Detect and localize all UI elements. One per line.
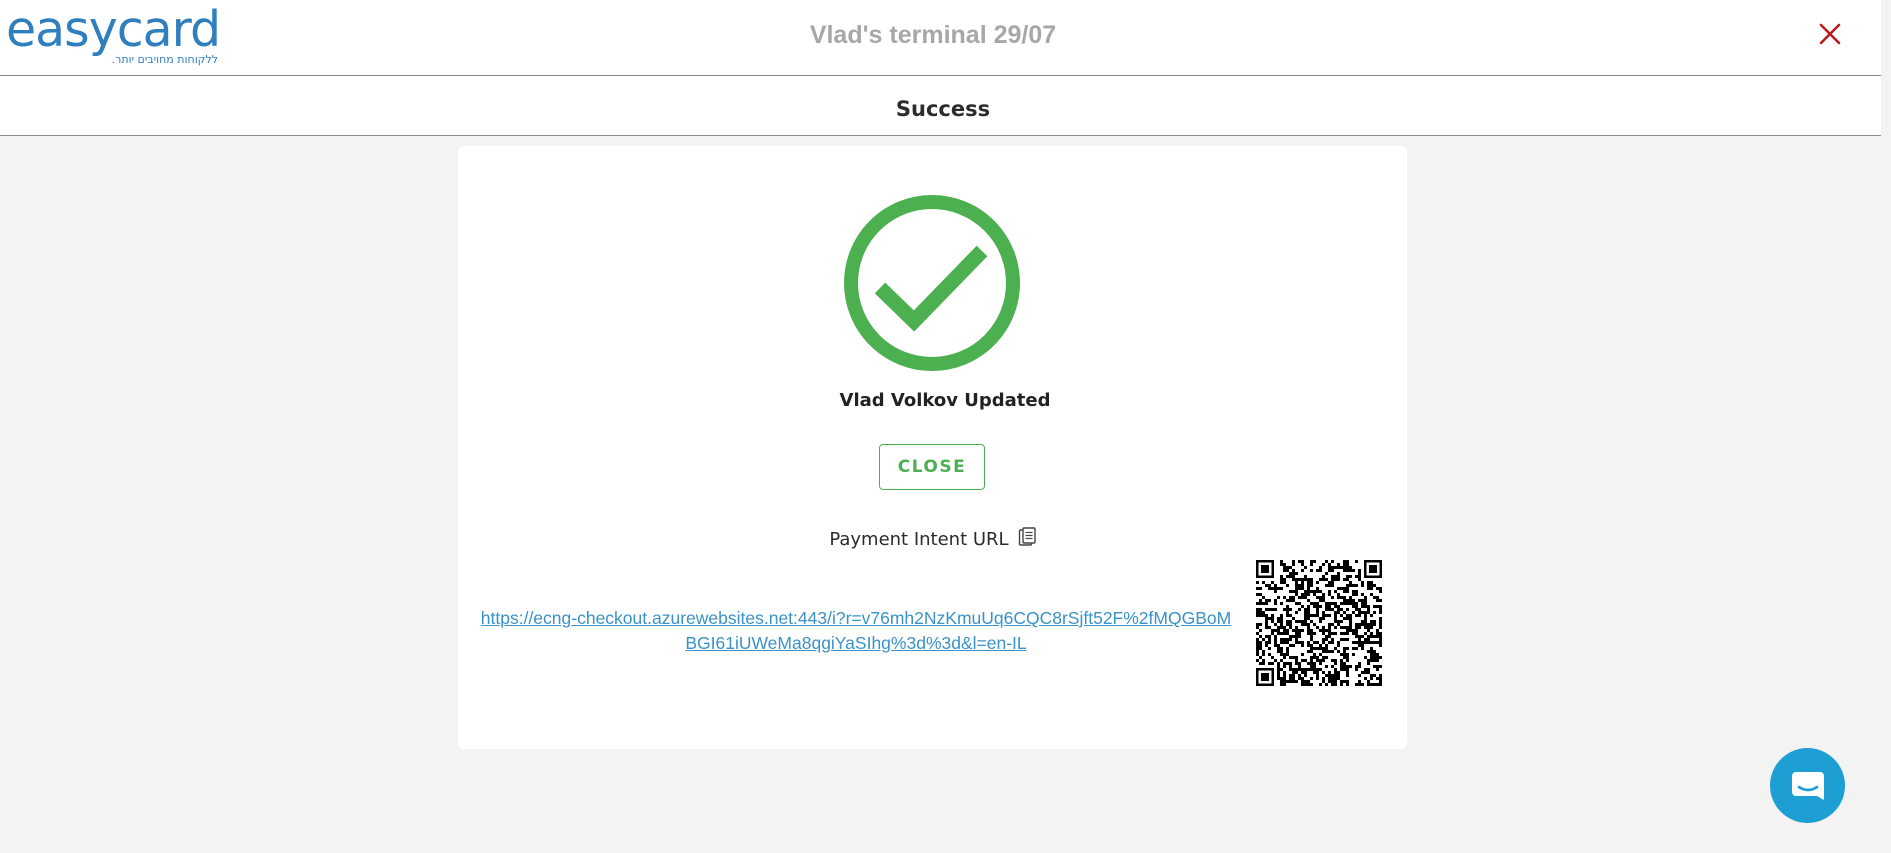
- logo-tagline: ללקוחות מחויבים יותר.: [111, 53, 218, 66]
- check-circle-icon: [844, 195, 1020, 371]
- chat-bubble-icon: [1792, 772, 1824, 800]
- chat-button[interactable]: [1770, 748, 1845, 823]
- top-bar: easycard ללקוחות מחויבים יותר. Vlad's te…: [0, 0, 1881, 76]
- terminal-title: Vlad's terminal 29/07: [809, 21, 1057, 49]
- page-title: Success: [895, 97, 991, 121]
- payment-intent-url-link[interactable]: https://ecng-checkout.azurewebsites.net:…: [480, 606, 1232, 656]
- sub-header: Success: [0, 76, 1881, 136]
- payment-intent-label: Payment Intent URL: [829, 528, 1009, 550]
- close-x-icon[interactable]: [1816, 20, 1844, 48]
- status-message: Vlad Volkov Updated: [839, 390, 1051, 411]
- result-card: Vlad Volkov Updated CLOSE Payment Intent…: [458, 146, 1407, 749]
- qr-code: [1256, 560, 1382, 686]
- clipboard-icon[interactable]: [1018, 526, 1036, 547]
- payment-intent-label-row: Payment Intent URL: [458, 526, 1407, 551]
- close-button[interactable]: CLOSE: [879, 444, 985, 490]
